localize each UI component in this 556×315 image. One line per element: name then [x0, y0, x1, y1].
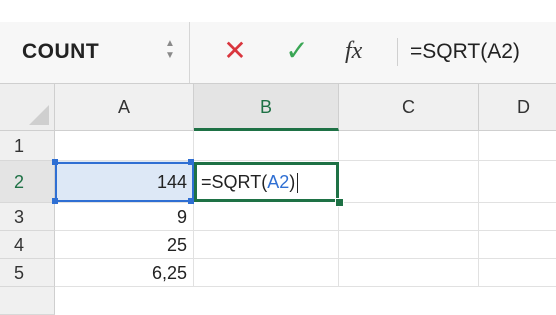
cell-c1[interactable]	[339, 131, 479, 161]
cell-a3[interactable]: 9	[55, 203, 194, 231]
cell-b4[interactable]	[194, 231, 339, 259]
cell-d4[interactable]	[479, 231, 556, 259]
title-strip	[0, 0, 556, 23]
cell-b2-editing[interactable]: =SQRT(A2)	[194, 162, 339, 202]
row-header-5[interactable]: 5	[0, 259, 55, 287]
column-header-d[interactable]: D	[479, 84, 556, 131]
select-all-triangle-icon	[29, 105, 49, 125]
cell-a5[interactable]: 6,25	[55, 259, 194, 287]
row-header-1[interactable]: 1	[0, 131, 55, 161]
cell-c5[interactable]	[339, 259, 479, 287]
formula-bar: COUNT ▲ ▼ ✕ ✓ fx =SQRT(A2)	[0, 22, 556, 84]
cell-d5[interactable]	[479, 259, 556, 287]
cell-d2[interactable]	[479, 161, 556, 203]
chevron-down-icon[interactable]: ▼	[164, 50, 176, 62]
name-box[interactable]: COUNT ▲ ▼	[0, 22, 190, 83]
enter-checkmark-icon[interactable]: ✓	[282, 36, 312, 66]
cell-b1[interactable]	[194, 131, 339, 161]
worksheet-grid: A B C D 1 2 3 4 5 144 9 25 6,25 =SQRT(A2…	[0, 84, 556, 315]
name-box-stepper[interactable]: ▲ ▼	[164, 38, 176, 68]
row-header-2[interactable]: 2	[0, 161, 55, 203]
formula-reference: A2	[267, 172, 290, 192]
cancel-icon[interactable]: ✕	[220, 36, 250, 66]
column-header-c[interactable]: C	[339, 84, 479, 131]
formula-bar-divider	[397, 38, 398, 66]
select-all-corner[interactable]	[0, 84, 55, 131]
cell-d3[interactable]	[479, 203, 556, 231]
formula-prefix: =SQRT(	[201, 172, 268, 192]
formula-suffix: )	[289, 172, 296, 192]
text-cursor	[297, 173, 299, 194]
cell-a1[interactable]	[55, 131, 194, 161]
cell-c4[interactable]	[339, 231, 479, 259]
formula-input[interactable]: =SQRT(A2)	[410, 40, 520, 64]
cell-a4[interactable]: 25	[55, 231, 194, 259]
chevron-up-icon[interactable]: ▲	[164, 38, 176, 50]
cell-d1[interactable]	[479, 131, 556, 161]
column-header-a[interactable]: A	[55, 84, 194, 131]
column-header-b[interactable]: B	[194, 84, 339, 131]
cell-b5[interactable]	[194, 259, 339, 287]
cell-a2[interactable]: 144	[55, 161, 194, 203]
cell-b3[interactable]	[194, 203, 339, 231]
cell-c3[interactable]	[339, 203, 479, 231]
row-header-4[interactable]: 4	[0, 231, 55, 259]
cell-c2[interactable]	[339, 161, 479, 203]
row-header-3[interactable]: 3	[0, 203, 55, 231]
insert-function-icon[interactable]: fx	[345, 36, 385, 66]
name-box-value: COUNT	[22, 40, 100, 63]
